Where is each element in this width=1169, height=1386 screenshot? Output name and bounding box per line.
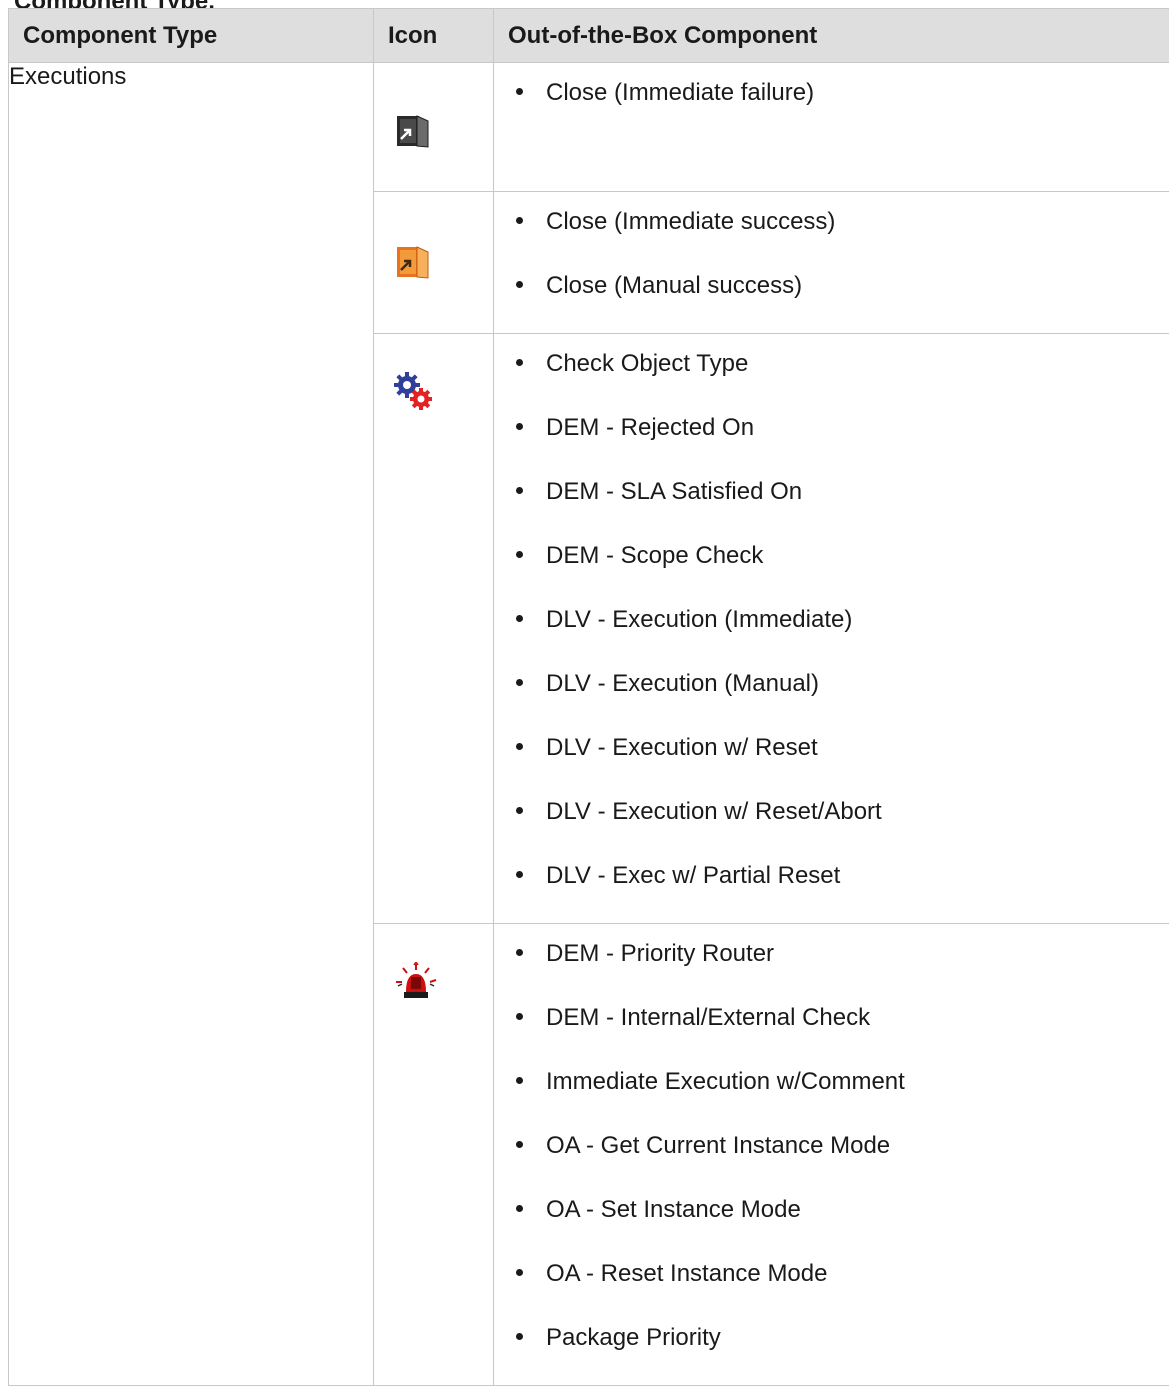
icon-cell bbox=[374, 192, 494, 334]
list-item: OA - Reset Instance Mode bbox=[508, 1257, 1169, 1321]
list-item: DEM - Priority Router bbox=[508, 937, 1169, 1001]
list-item: OA - Get Current Instance Mode bbox=[508, 1129, 1169, 1193]
list-item: DEM - Scope Check bbox=[508, 539, 1169, 603]
list-item: Check Object Type bbox=[508, 347, 1169, 411]
siren-alarm-icon bbox=[394, 962, 438, 1002]
table-header-row: Component Type Icon Out-of-the-Box Compo… bbox=[9, 9, 1169, 63]
list-item: Close (Immediate success) bbox=[508, 205, 1169, 269]
component-list-cell: Close (Immediate failure) bbox=[494, 63, 1169, 192]
list-item: Close (Immediate failure) bbox=[508, 76, 1169, 140]
component-list-cell: Close (Immediate success) Close (Manual … bbox=[494, 192, 1169, 334]
bullet-icon bbox=[516, 217, 523, 224]
header-icon: Icon bbox=[374, 9, 494, 63]
icon-cell bbox=[374, 334, 494, 924]
component-list: Close (Immediate success) Close (Manual … bbox=[494, 192, 1169, 333]
components-table: Component Type Icon Out-of-the-Box Compo… bbox=[8, 8, 1169, 1386]
component-list-cell: DEM - Priority Router DEM - Internal/Ext… bbox=[494, 924, 1169, 1386]
bullet-icon bbox=[516, 807, 523, 814]
door-close-gray-icon bbox=[395, 113, 431, 149]
list-item: Immediate Execution w/Comment bbox=[508, 1065, 1169, 1129]
list-item: Close (Manual success) bbox=[508, 269, 1169, 333]
bullet-icon bbox=[516, 743, 523, 750]
list-item: DLV - Execution (Manual) bbox=[508, 667, 1169, 731]
list-item: OA - Set Instance Mode bbox=[508, 1193, 1169, 1257]
bullet-icon bbox=[516, 487, 523, 494]
component-list: DEM - Priority Router DEM - Internal/Ext… bbox=[494, 924, 1169, 1385]
component-list-cell: Check Object Type DEM - Rejected On DEM … bbox=[494, 334, 1169, 924]
gears-icon bbox=[392, 370, 436, 414]
bullet-icon bbox=[516, 551, 523, 558]
list-item: Package Priority bbox=[508, 1321, 1169, 1385]
component-list: Close (Immediate failure) bbox=[494, 63, 1169, 140]
bullet-icon bbox=[516, 88, 523, 95]
header-ootb-component: Out-of-the-Box Component bbox=[494, 9, 1169, 63]
bullet-icon bbox=[516, 615, 523, 622]
list-item: DLV - Execution w/ Reset bbox=[508, 731, 1169, 795]
bullet-icon bbox=[516, 679, 523, 686]
bullet-icon bbox=[516, 1077, 523, 1084]
bullet-icon bbox=[516, 1269, 523, 1276]
door-close-orange-icon bbox=[395, 244, 431, 280]
list-item: DLV - Execution (Immediate) bbox=[508, 603, 1169, 667]
bullet-icon bbox=[516, 871, 523, 878]
list-item: DLV - Exec w/ Partial Reset bbox=[508, 859, 1169, 923]
component-list: Check Object Type DEM - Rejected On DEM … bbox=[494, 334, 1169, 923]
bullet-icon bbox=[516, 423, 523, 430]
table-row: Executions Close (Immediate failure) bbox=[9, 63, 1169, 192]
component-type-label: Executions bbox=[9, 63, 126, 90]
list-item: DLV - Execution w/ Reset/Abort bbox=[508, 795, 1169, 859]
component-type-cell: Executions bbox=[9, 63, 374, 1386]
header-component-type: Component Type bbox=[9, 9, 374, 63]
list-item: DEM - SLA Satisfied On bbox=[508, 475, 1169, 539]
bullet-icon bbox=[516, 359, 523, 366]
icon-cell bbox=[374, 924, 494, 1386]
bullet-icon bbox=[516, 1205, 523, 1212]
bullet-icon bbox=[516, 1333, 523, 1340]
bullet-icon bbox=[516, 1013, 523, 1020]
icon-cell bbox=[374, 63, 494, 192]
bullet-icon bbox=[516, 281, 523, 288]
bullet-icon bbox=[516, 1141, 523, 1148]
list-item: DEM - Rejected On bbox=[508, 411, 1169, 475]
bullet-icon bbox=[516, 949, 523, 956]
list-item: DEM - Internal/External Check bbox=[508, 1001, 1169, 1065]
